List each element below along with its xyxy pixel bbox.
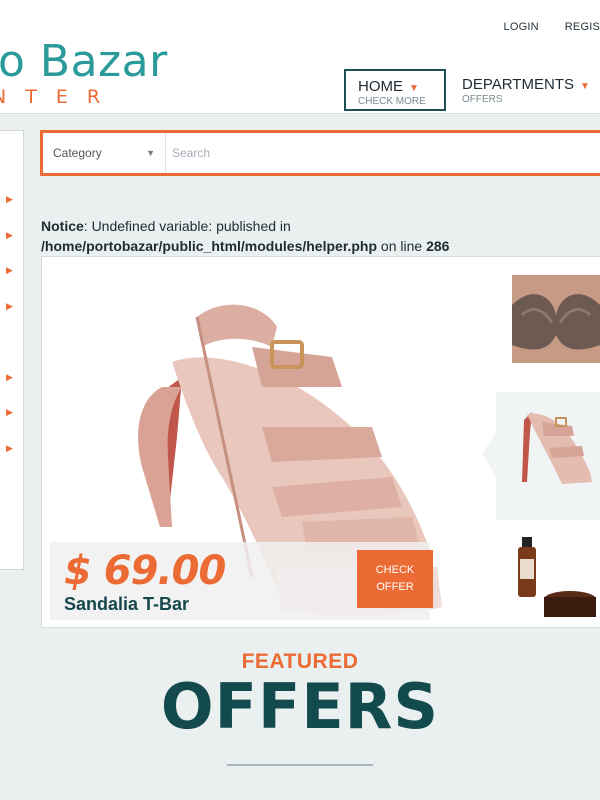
caret-down-icon: ▼ [409, 83, 419, 94]
product-price: $ 69.00 [64, 548, 226, 594]
category-sidebar: ▶ ▶ ▶ ▶ ▶ ▶ ▶ [0, 130, 24, 570]
chevron-right-icon[interactable]: ▶ [6, 443, 13, 454]
nav-departments[interactable]: DEPARTMENTS ▼ OFFERS [450, 69, 590, 111]
section-divider [227, 764, 373, 766]
notice-label: Notice [41, 218, 84, 234]
chevron-right-icon[interactable]: ▶ [6, 230, 13, 241]
product-name[interactable]: Sandalia T-Bar [64, 594, 189, 615]
chevron-right-icon[interactable]: ▶ [6, 301, 13, 312]
selection-pointer [482, 432, 496, 476]
nav-home[interactable]: HOME ▼ CHECK MORE [344, 69, 446, 111]
thumbnail-cosmetics[interactable] [512, 529, 600, 617]
nav-departments-sub: OFFERS [462, 94, 503, 105]
caret-down-icon: ▼ [146, 148, 155, 158]
category-select-label: Category [53, 146, 102, 160]
search-bar: Category ▼ [40, 130, 600, 176]
site-logo-tagline: NTER [0, 86, 120, 108]
product-slider: $ 69.00 Sandalia T-Bar CHECK OFFER [41, 256, 600, 628]
chevron-right-icon[interactable]: ▶ [6, 194, 13, 205]
site-logo[interactable]: o Bazar [0, 36, 168, 87]
thumbnail-sandal[interactable] [512, 402, 600, 490]
chevron-right-icon[interactable]: ▶ [6, 407, 13, 418]
nav-home-label: HOME [358, 78, 403, 95]
notice-text: : Undefined variable: published in [83, 218, 291, 234]
site-header: LOGIN REGIS o Bazar NTER HOME ▼ CHECK MOR… [0, 0, 600, 114]
php-notice: Notice: Undefined variable: published in… [41, 216, 600, 256]
caret-down-icon: ▼ [579, 81, 590, 92]
thumbnail-lingerie[interactable] [512, 275, 600, 363]
check-offer-button[interactable]: CHECK OFFER [357, 550, 433, 608]
notice-path: /home/portobazar/public_html/modules/hel… [41, 238, 378, 254]
chevron-right-icon[interactable]: ▶ [6, 372, 13, 383]
notice-line: 286 [426, 238, 450, 254]
register-link[interactable]: REGIS [565, 21, 600, 33]
nav-departments-label: DEPARTMENTS [462, 76, 574, 93]
search-input[interactable] [166, 146, 600, 160]
featured-title: OFFERS [160, 670, 440, 743]
chevron-right-icon[interactable]: ▶ [6, 265, 13, 276]
category-select[interactable]: Category ▼ [43, 133, 166, 173]
notice-line-text: on line [377, 238, 427, 254]
account-links: LOGIN REGIS [504, 21, 600, 33]
nav-home-sub: CHECK MORE [358, 96, 426, 107]
thumbnail-list [480, 257, 600, 627]
login-link[interactable]: LOGIN [504, 21, 539, 33]
